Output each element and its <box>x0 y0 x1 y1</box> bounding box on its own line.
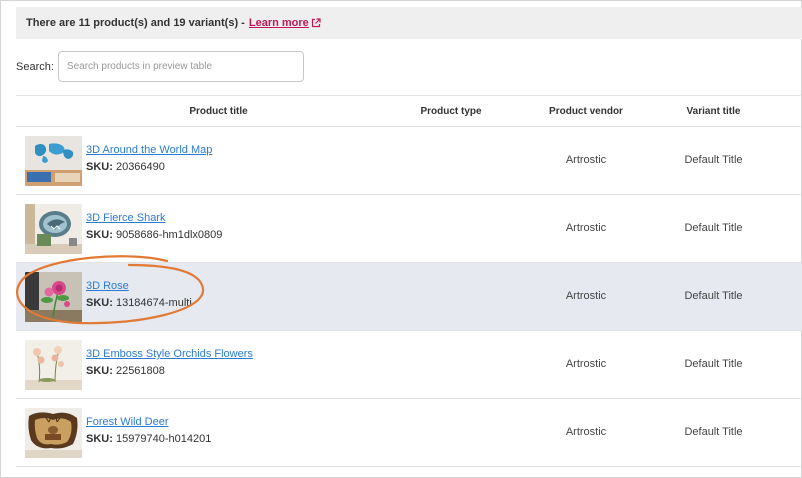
product-sku: SKU: 13184674-multi <box>86 297 192 309</box>
search-row: Search: <box>16 51 304 82</box>
product-thumbnail <box>25 340 82 390</box>
product-type-cell <box>406 331 496 398</box>
table-row[interactable]: 3D Fierce Shark SKU: 9058686-hm1dlx0809 … <box>16 195 802 263</box>
product-title-link[interactable]: 3D Emboss Style Orchids Flowers <box>86 348 253 360</box>
product-thumbnail <box>25 408 82 458</box>
search-input[interactable] <box>57 51 304 82</box>
variant-title-cell: Default Title <box>684 358 743 370</box>
product-vendor-cell: Artrostic <box>565 426 607 438</box>
learn-more-link[interactable]: Learn more <box>249 17 309 29</box>
rose-image-icon <box>25 272 82 322</box>
product-vendor-cell: Artrostic <box>565 154 607 166</box>
sku-value: 15979740-h014201 <box>115 433 212 445</box>
variant-title-cell: Default Title <box>684 426 743 438</box>
table-row-selected[interactable]: 3D Rose SKU: 13184674-multi Artrostic De… <box>16 263 802 331</box>
product-title-link[interactable]: 3D Rose <box>86 280 129 292</box>
sku-value: 13184674-multi <box>115 297 192 309</box>
world-map-image-icon <box>25 136 82 186</box>
table-row[interactable]: 3D Emboss Style Orchids Flowers SKU: 225… <box>16 331 802 399</box>
header-product-type[interactable]: Product type <box>406 96 496 128</box>
product-title-link[interactable]: 3D Fierce Shark <box>86 212 165 224</box>
search-label: Search: <box>16 60 54 73</box>
product-type-cell <box>406 127 496 194</box>
variant-title-cell: Default Title <box>684 154 743 166</box>
summary-banner: There are 11 product(s) and 19 variant(s… <box>16 7 802 39</box>
app-frame: There are 11 product(s) and 19 variant(s… <box>0 0 802 478</box>
orchid-image-icon <box>25 340 82 390</box>
product-sku: SKU: 22561808 <box>86 365 165 377</box>
product-sku: SKU: 15979740-h014201 <box>86 433 211 445</box>
sku-value: 9058686-hm1dlx0809 <box>115 229 223 241</box>
header-variant-title[interactable]: Variant title <box>666 96 761 128</box>
sku-value: 22561808 <box>115 365 165 377</box>
preview-table: Product title Product type Product vendo… <box>16 95 802 467</box>
product-type-cell <box>406 195 496 262</box>
variant-title-cell: Default Title <box>684 290 743 302</box>
product-title-link[interactable]: Forest Wild Deer <box>86 416 169 428</box>
sku-value: 20366490 <box>115 161 165 173</box>
product-vendor-cell: Artrostic <box>565 290 607 302</box>
product-type-cell <box>406 263 496 330</box>
table-row[interactable]: Forest Wild Deer SKU: 15979740-h014201 A… <box>16 399 802 467</box>
header-product-title[interactable]: Product title <box>16 96 421 128</box>
summary-text: There are 11 product(s) and 19 variant(s… <box>26 17 245 29</box>
product-sku: SKU: 20366490 <box>86 161 165 173</box>
product-type-cell <box>406 399 496 466</box>
shark-image-icon <box>25 204 82 254</box>
variant-title-cell: Default Title <box>684 222 743 234</box>
header-product-vendor[interactable]: Product vendor <box>536 96 636 128</box>
table-row[interactable]: 3D Around the World Map SKU: 20366490 Ar… <box>16 127 802 195</box>
sku-label: SKU: <box>86 161 113 173</box>
sku-label: SKU: <box>86 365 113 377</box>
product-vendor-cell: Artrostic <box>565 222 607 234</box>
product-title-link[interactable]: 3D Around the World Map <box>86 144 212 156</box>
sku-label: SKU: <box>86 297 113 309</box>
external-link-icon[interactable] <box>311 18 321 28</box>
product-thumbnail <box>25 272 82 322</box>
sku-label: SKU: <box>86 433 113 445</box>
product-thumbnail <box>25 136 82 186</box>
product-sku: SKU: 9058686-hm1dlx0809 <box>86 229 222 241</box>
deer-image-icon <box>25 408 82 458</box>
table-header: Product title Product type Product vendo… <box>16 95 802 127</box>
product-vendor-cell: Artrostic <box>565 358 607 370</box>
sku-label: SKU: <box>86 229 113 241</box>
product-thumbnail <box>25 204 82 254</box>
